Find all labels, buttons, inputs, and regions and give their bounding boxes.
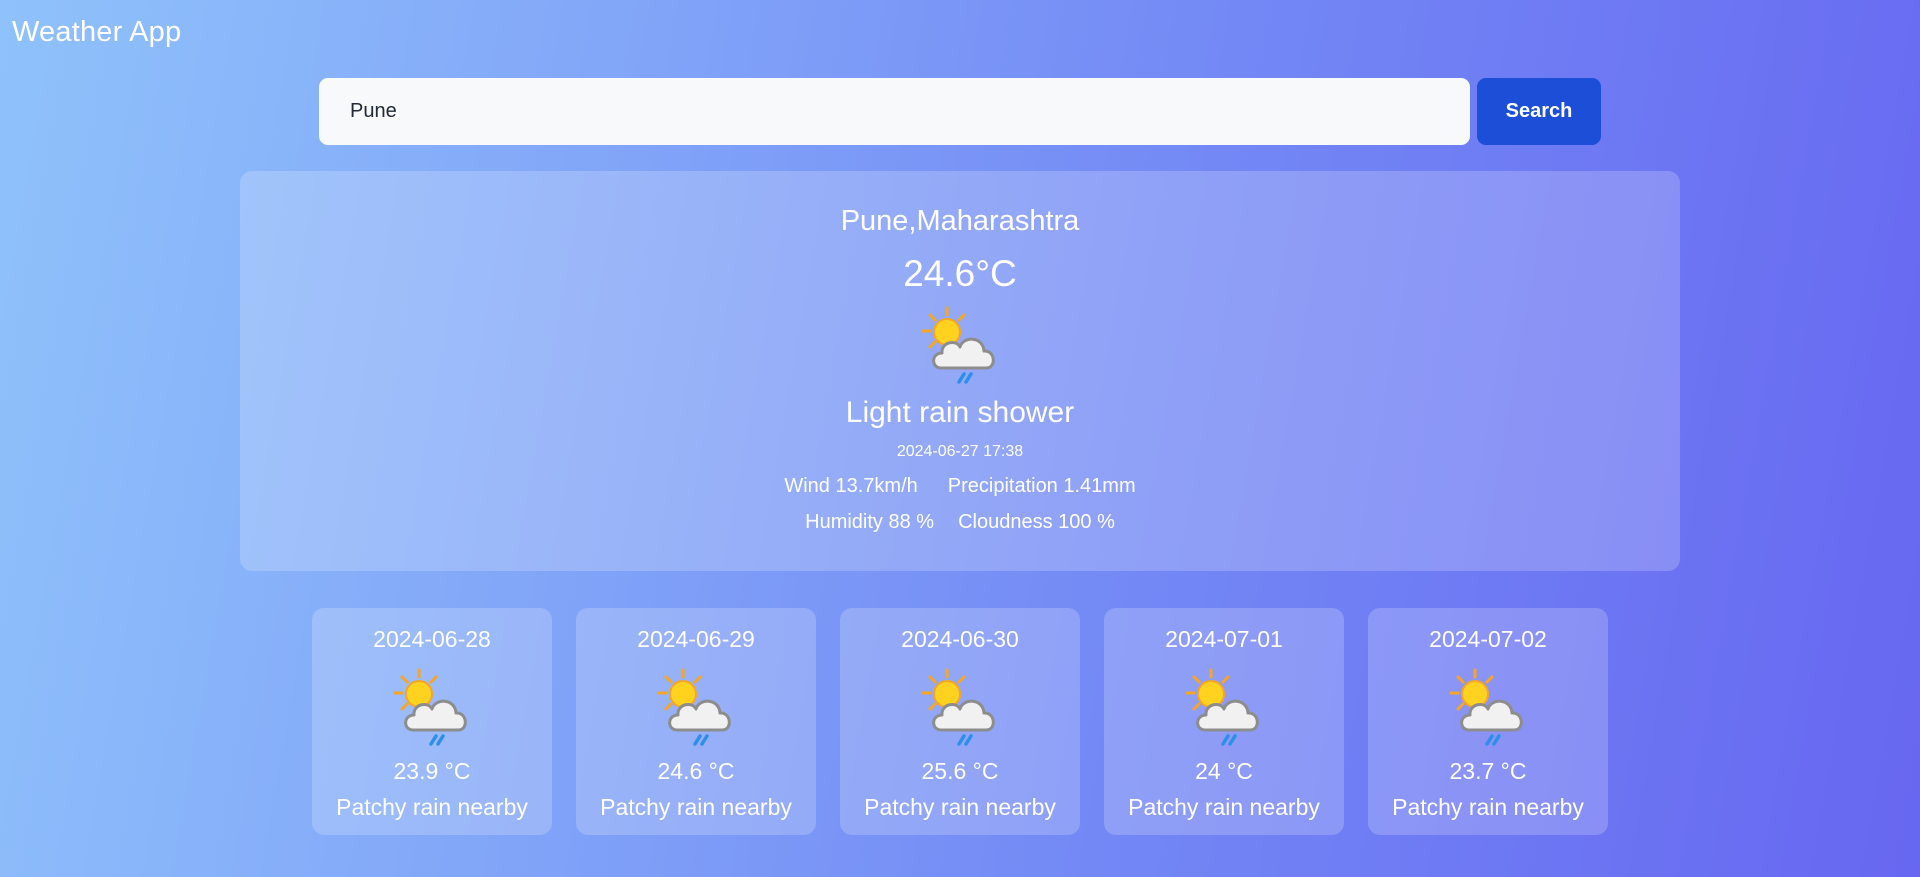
forecast-temperature: 23.7 °C (1449, 758, 1527, 784)
forecast-temperature: 24 °C (1195, 758, 1253, 784)
forecast-list: 2024-06-28 23.9 °C Patchy rain nearby 20… (312, 608, 1608, 835)
humidity-stat: Humidity 88 % (805, 511, 935, 533)
search-input[interactable] (319, 78, 1470, 145)
app-title: Weather App (12, 16, 182, 48)
forecast-date: 2024-07-01 (1165, 626, 1283, 652)
forecast-date: 2024-07-02 (1429, 626, 1547, 652)
forecast-condition: Patchy rain nearby (600, 794, 792, 820)
sun-cloud-rain-icon (917, 304, 1003, 390)
forecast-card: 2024-07-02 23.7 °C Patchy rain nearby (1368, 608, 1608, 835)
forecast-condition: Patchy rain nearby (1128, 794, 1320, 820)
forecast-card: 2024-06-29 24.6 °C Patchy rain nearby (576, 608, 816, 835)
sun-cloud-rain-icon (1445, 666, 1531, 752)
forecast-card: 2024-07-01 24 °C Patchy rain nearby (1104, 608, 1344, 835)
current-weather-card: Pune,Maharashtra 24.6°C Light rain showe… (240, 171, 1680, 571)
sun-cloud-rain-icon (917, 666, 1003, 752)
sun-cloud-rain-icon (389, 666, 475, 752)
forecast-condition: Patchy rain nearby (864, 794, 1056, 820)
forecast-temperature: 24.6 °C (657, 758, 735, 784)
forecast-card: 2024-06-28 23.9 °C Patchy rain nearby (312, 608, 552, 835)
sun-cloud-rain-icon (1181, 666, 1267, 752)
precipitation-stat: Precipitation 1.41mm (947, 475, 1136, 497)
forecast-temperature: 25.6 °C (921, 758, 999, 784)
forecast-date: 2024-06-28 (373, 626, 491, 652)
sun-cloud-rain-icon (653, 666, 739, 752)
location-name: Pune,Maharashtra (840, 205, 1080, 237)
forecast-date: 2024-06-29 (637, 626, 755, 652)
forecast-condition: Patchy rain nearby (1392, 794, 1584, 820)
current-temperature: 24.6°C (903, 253, 1017, 294)
forecast-condition: Patchy rain nearby (336, 794, 528, 820)
current-datetime: 2024-06-27 17:38 (896, 443, 1024, 460)
forecast-card: 2024-06-30 25.6 °C Patchy rain nearby (840, 608, 1080, 835)
search-button[interactable]: Search (1477, 78, 1601, 145)
search-bar: Search (319, 78, 1601, 145)
forecast-date: 2024-06-30 (901, 626, 1019, 652)
wind-stat: Wind 13.7km/h (784, 475, 918, 497)
stats-row-2: Humidity 88 % Cloudness 100 % (240, 510, 1680, 534)
current-condition: Light rain shower (845, 396, 1075, 429)
stats-row-1: Wind 13.7km/h Precipitation 1.41mm (240, 474, 1680, 498)
forecast-temperature: 23.9 °C (393, 758, 471, 784)
cloudness-stat: Cloudness 100 % (958, 511, 1115, 533)
